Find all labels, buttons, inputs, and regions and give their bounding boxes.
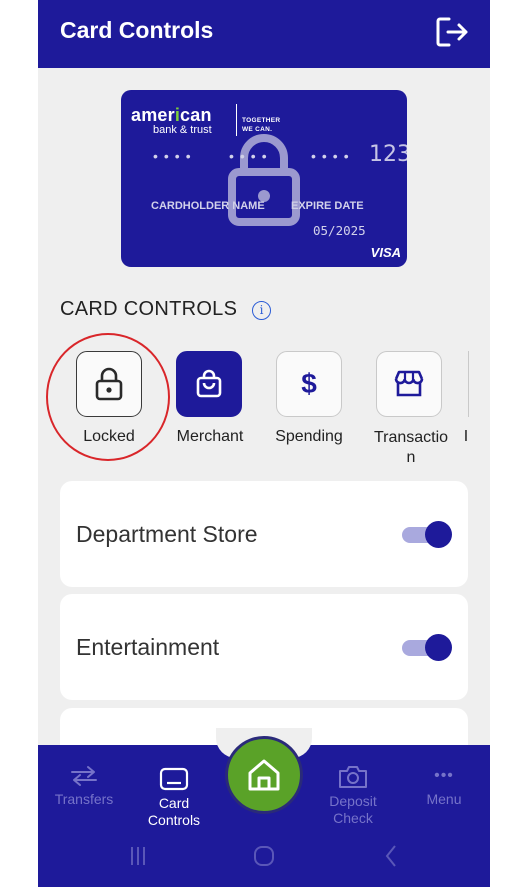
card-last-digits: 123 [369,142,407,167]
nav-card-controls[interactable]: Card Controls [133,767,215,829]
home-icon [248,759,280,791]
nav-card-controls-label-2: Controls [147,812,201,828]
app-header: Card Controls [38,0,490,68]
debit-card: american bank & trust TOGETHER WE CAN. ••… [121,90,407,267]
nav-card-controls-label-1: Card [158,795,190,811]
card-number-mask-1: •••• [153,148,197,164]
shopping-bag-icon [196,369,222,398]
category-card-department-store: Department Store [60,481,468,587]
control-transaction-button[interactable] [376,351,442,417]
category-label: Entertainment [76,634,220,660]
bank-logo: american [131,105,212,125]
toggle-knob [425,521,452,548]
more-dots-icon: ••• [434,767,454,784]
camera-icon [339,766,367,788]
phone-screen: Card Controls american bank & trust TOGE… [38,0,490,887]
nav-menu-label: Menu [426,791,462,807]
control-spending-button[interactable]: $ [276,351,342,417]
page-title: Card Controls [60,17,214,43]
system-navigation-bar [38,840,490,887]
logout-icon[interactable] [434,14,470,50]
control-more-label-partial: I [463,428,469,445]
home-button[interactable] [225,736,303,814]
card-icon [159,767,189,791]
control-merchant-button[interactable] [176,351,242,417]
toggle-knob [425,634,452,661]
department-store-toggle[interactable] [402,520,452,548]
control-spending-label: Spending [275,428,343,445]
lock-icon [228,134,300,226]
category-card-entertainment: Entertainment [60,594,468,700]
bank-logo-subtitle: bank & trust [153,124,212,136]
nav-deposit-check[interactable]: Deposit Check [312,765,394,827]
back-icon[interactable] [382,844,400,868]
card-number-mask-3: •••• [311,148,355,164]
nav-menu[interactable]: ••• Menu [408,765,480,808]
system-home-icon[interactable] [252,844,276,868]
highlight-annotation [46,333,170,461]
transfer-arrows-icon [71,766,97,786]
control-more-partial[interactable] [468,351,490,417]
nav-deposit-label-1: Deposit [329,793,377,809]
control-transaction-label: Transactio n [373,429,449,466]
section-title: CARD CONTROLS [60,298,238,320]
dollar-icon: $ [301,368,317,399]
nav-deposit-label-2: Check [333,810,373,826]
entertainment-toggle[interactable] [402,633,452,661]
control-merchant-label: Merchant [176,428,244,445]
card-network: VISA [370,245,401,260]
store-icon [394,370,424,397]
info-icon[interactable]: i [252,301,271,320]
nav-transfers[interactable]: Transfers [44,765,124,808]
expire-label: EXPIRE DATE [291,200,364,212]
expire-date: 05/2025 [313,223,366,238]
nav-transfers-label: Transfers [54,791,114,807]
category-label: Department Store [76,521,258,547]
recent-apps-icon[interactable] [128,845,148,867]
